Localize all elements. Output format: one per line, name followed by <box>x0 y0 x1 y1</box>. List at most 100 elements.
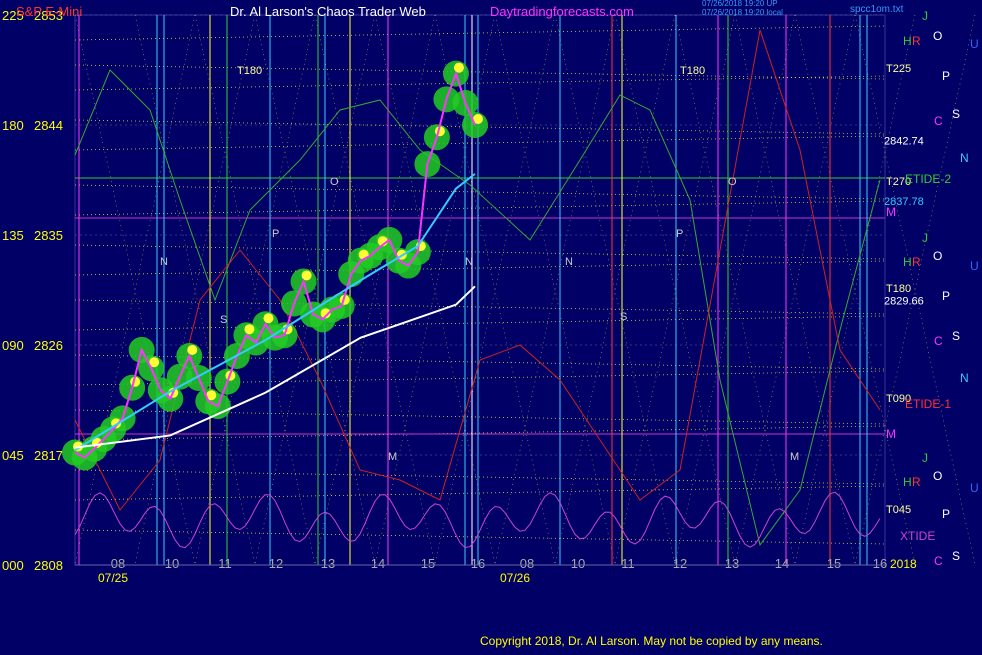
lattice-line <box>74 299 886 315</box>
planet-letter: J <box>922 9 928 23</box>
chart-letter: P <box>676 228 683 240</box>
x-hour-tick: 13 <box>321 556 335 571</box>
lattice-line <box>74 184 886 200</box>
timestamp-2: 07/26/2018 19:20 local <box>702 8 783 17</box>
planet-letter: J <box>922 451 928 465</box>
lattice-line <box>74 315 886 331</box>
chart-letter: P <box>272 228 279 240</box>
chart-letter: O <box>330 176 339 188</box>
plot-frame <box>74 14 886 566</box>
planet-letter: S <box>952 107 960 121</box>
y-axis-angle-label: 135 <box>2 228 24 243</box>
x-hour-tick: 16 <box>873 556 887 571</box>
site-label: Daytradingforecasts.com <box>490 4 634 19</box>
chart-letter: M <box>790 451 799 463</box>
t-marker-label: T180 <box>237 65 262 77</box>
y-axis-price-label: 2817 <box>34 448 63 463</box>
x-hour-tick: 13 <box>725 556 739 571</box>
x-hour-tick: 14 <box>775 556 789 571</box>
x-hour-tick: 15 <box>421 556 435 571</box>
planet-letter: P <box>942 69 950 83</box>
lattice-diag <box>494 14 616 566</box>
chart-letter: S <box>220 314 227 326</box>
lattice-line <box>74 485 886 501</box>
planet-letter: U <box>970 37 979 51</box>
x-date-label: 07/25 <box>98 571 128 585</box>
t-marker-label: T180 <box>886 283 911 295</box>
slow-ma-line <box>74 285 476 449</box>
etide1-legend: ETIDE-1 <box>905 397 951 411</box>
y-axis-angle-label: 000 <box>2 558 24 573</box>
planet-letter: C <box>934 334 943 348</box>
chart-title: Dr. Al Larson's Chaos Trader Web <box>230 4 426 19</box>
x-hour-tick: 14 <box>371 556 385 571</box>
planet-letter: N <box>960 151 969 165</box>
lattice-diag <box>74 14 196 566</box>
planet-letter: H <box>903 475 912 489</box>
x-hour-tick: 11 <box>621 556 635 571</box>
x-hour-tick: 10 <box>165 556 179 571</box>
year-label: 2018 <box>890 557 917 571</box>
planet-letter: O <box>933 29 942 43</box>
symbol-label: S&P E-Mini <box>16 4 83 19</box>
x-hour-tick: 11 <box>218 556 232 571</box>
y-axis-price-label: 2835 <box>34 228 63 243</box>
planet-letter: H <box>903 255 912 269</box>
planet-letter: R <box>912 34 921 48</box>
t-marker-label: T045 <box>886 504 911 516</box>
lattice-line <box>74 409 886 425</box>
t-marker-label: T225 <box>886 63 911 75</box>
planet-letter: P <box>942 289 950 303</box>
lattice-line <box>74 64 886 80</box>
planet-letter: R <box>912 255 921 269</box>
x-date-label: 07/26 <box>500 571 530 585</box>
planet-letter: O <box>933 469 942 483</box>
y-axis-angle-label: 090 <box>2 338 24 353</box>
x-hour-tick: 08 <box>111 556 125 571</box>
planet-letter: P <box>942 507 950 521</box>
planet-letter: S <box>952 549 960 563</box>
chart-letter: N <box>565 256 573 268</box>
lattice-line <box>74 25 886 41</box>
price-dot <box>263 313 274 324</box>
lattice-diag <box>554 14 676 566</box>
lattice-diag <box>494 14 616 566</box>
planet-letter: C <box>934 554 943 568</box>
etide2-legend: ETIDE-2 <box>905 172 951 186</box>
y-axis-price-label: 2826 <box>34 338 63 353</box>
lattice-diag <box>674 14 796 566</box>
price-dot <box>187 345 198 355</box>
xtide-legend: XTIDE <box>900 529 935 543</box>
file-label: spcc1om.txt <box>850 4 904 15</box>
lattice-diag <box>554 14 676 566</box>
chart-letter: M <box>388 451 397 463</box>
planet-letter: J <box>922 231 928 245</box>
planet-letter: N <box>960 371 969 385</box>
planet-letter: O <box>933 249 942 263</box>
lattice-line <box>74 469 886 485</box>
lattice-line <box>74 75 886 91</box>
y-axis-price-label: 2808 <box>34 558 63 573</box>
x-hour-tick: 08 <box>520 556 534 571</box>
chart-letter: S <box>620 311 627 323</box>
lattice-diag <box>134 14 256 566</box>
lattice-line <box>74 260 886 276</box>
x-hour-tick: 15 <box>827 556 841 571</box>
price-dot <box>244 324 255 335</box>
planet-letter: R <box>912 475 921 489</box>
lattice-diag <box>314 14 436 566</box>
lattice-line <box>74 425 886 441</box>
lattice-diag <box>314 14 436 566</box>
planet-letter: M <box>886 427 896 441</box>
planet-letter: C <box>934 114 943 128</box>
y-axis-angle-label: 180 <box>2 118 24 133</box>
x-hour-tick: 12 <box>673 556 687 571</box>
copyright: Copyright 2018, Dr. Al Larson. May not b… <box>480 634 823 648</box>
x-hour-tick: 10 <box>571 556 585 571</box>
chart-letter: N <box>160 256 168 268</box>
planet-letter: M <box>886 205 896 219</box>
planet-letter: S <box>952 329 960 343</box>
price-dot <box>301 270 312 281</box>
planet-letter: U <box>970 481 979 495</box>
lattice-diag <box>134 14 256 566</box>
